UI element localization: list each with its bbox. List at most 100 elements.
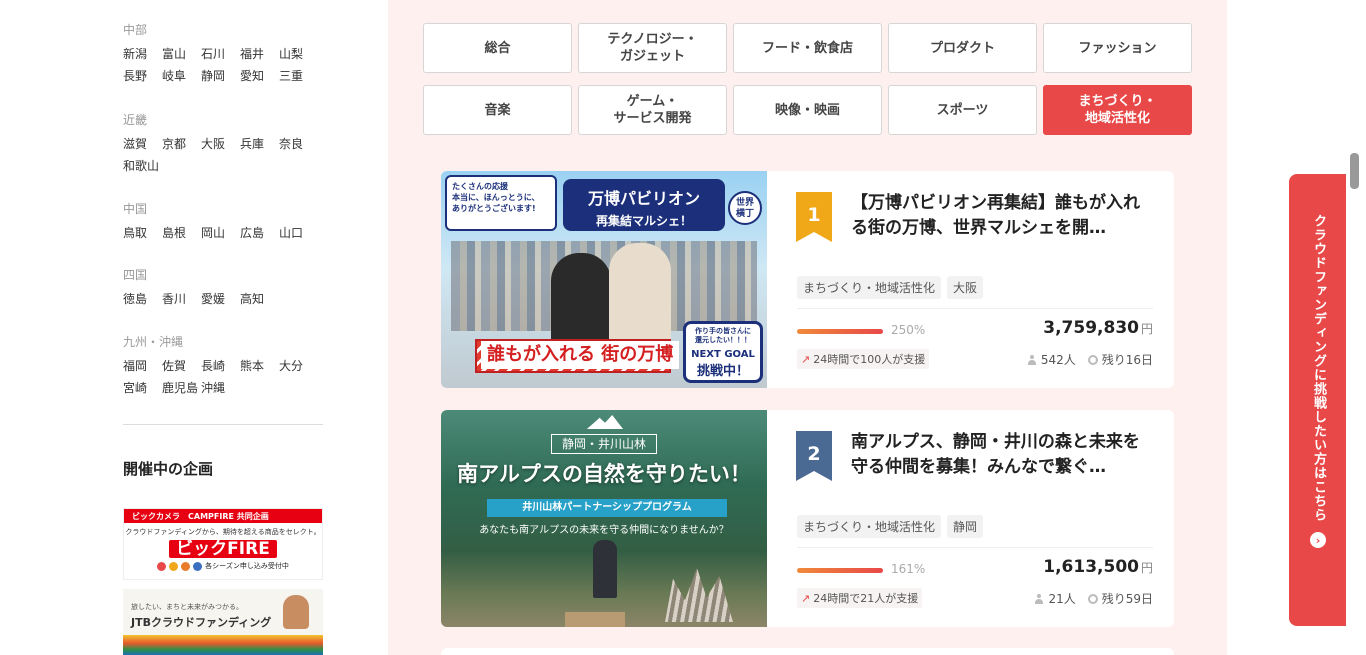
project-card[interactable]: 静岡・井川山林 南アルプスの自然を守りたい！ 井川山林パートナーシッププログラム… <box>441 410 1174 627</box>
project-title[interactable]: 【万博パビリオン再集結】誰もが入れる街の万博、世界マルシェを開… <box>851 191 1151 241</box>
category-button[interactable]: フード・飲食店 <box>733 23 882 73</box>
season-dot-icon <box>193 561 203 571</box>
person-icon <box>1027 354 1037 365</box>
prefecture-link[interactable]: 静岡 <box>201 68 240 85</box>
category-button[interactable]: 音楽 <box>423 85 572 135</box>
prefecture-link[interactable]: 滋賀 <box>123 136 162 153</box>
prefecture-link[interactable]: 香川 <box>162 291 201 308</box>
prefecture-link[interactable]: 福岡 <box>123 358 162 375</box>
region-group: 中部 新潟 富山 石川 福井 山梨 長野 岐阜 静岡 愛知 三重 <box>123 21 323 90</box>
prefecture-link[interactable]: 三重 <box>279 68 318 85</box>
jtb-banner[interactable]: 旅したい、まちと未来がみつかる。 JTBクラウドファンディング <box>123 589 323 655</box>
prefecture-link[interactable]: 長野 <box>123 68 162 85</box>
scrollbar-thumb[interactable] <box>1350 153 1359 189</box>
prefecture-link[interactable]: 山梨 <box>279 46 318 63</box>
category-button[interactable]: テクノロジー・ ガジェット <box>578 23 727 73</box>
prefecture-row: 鳥取 島根 岡山 広島 山口 <box>123 225 323 242</box>
prefecture-link[interactable]: 山口 <box>279 225 318 242</box>
tag-location[interactable]: 大阪 <box>947 276 984 299</box>
prefecture-row: 和歌山 <box>123 158 323 175</box>
prefecture-link[interactable]: 長崎 <box>201 358 240 375</box>
prefecture-link[interactable]: 佐賀 <box>162 358 201 375</box>
prefecture-row: 滋賀 京都 大阪 兵庫 奈良 <box>123 136 323 153</box>
tag-category[interactable]: まちづくり・地域活性化 <box>797 276 942 299</box>
project-title[interactable]: 南アルプス、静岡・井川の森と未来を守る仲間を募集！みんなで繋ぐ… <box>851 430 1151 480</box>
category-button[interactable]: まちづくり・ 地域活性化 <box>1043 85 1192 135</box>
clock-icon <box>1087 354 1098 365</box>
prefecture-link[interactable]: 兵庫 <box>240 136 279 153</box>
scrollbar-track[interactable] <box>1346 0 1366 655</box>
prefecture-link[interactable]: 富山 <box>162 46 201 63</box>
prefecture-link[interactable]: 福井 <box>240 46 279 63</box>
prefecture-link[interactable]: 愛媛 <box>201 291 240 308</box>
prefecture-link[interactable]: 沖縄 <box>201 380 240 397</box>
region-title: 中部 <box>123 23 148 37</box>
project-card-partial[interactable] <box>441 648 1174 655</box>
days-remaining: 残り16日 <box>1087 351 1153 368</box>
prefecture-link[interactable]: 岡山 <box>201 225 240 242</box>
category-button[interactable]: ゲーム・ サービス開発 <box>578 85 727 135</box>
thumbnail-title: 南アルプスの自然を守りたい！ <box>457 462 751 486</box>
cta-label: クラウドファンディングに挑戦したい方はこちら <box>1311 214 1326 522</box>
bicfire-banner-footer: 各シーズン申し込み受付中 <box>124 561 322 571</box>
prefecture-row: 宮崎 鹿児島 沖縄 <box>123 380 323 397</box>
prefecture-row: 長野 岐阜 静岡 愛知 三重 <box>123 68 323 85</box>
prefecture-link[interactable]: 石川 <box>201 46 240 63</box>
project-thumbnail[interactable]: 静岡・井川山林 南アルプスの自然を守りたい！ 井川山林パートナーシッププログラム… <box>441 410 767 627</box>
category-button[interactable]: スポーツ <box>888 85 1037 135</box>
thumbnail-title: 万博パビリオン 再集結マルシェ！ <box>563 179 725 231</box>
trend-up-icon: ↗ <box>801 352 811 366</box>
project-tags: まちづくり・地域活性化 大阪 <box>797 276 984 299</box>
prefecture-link[interactable]: 和歌山 <box>123 158 162 175</box>
prefecture-link[interactable]: 徳島 <box>123 291 162 308</box>
prefecture-link[interactable]: 大分 <box>279 358 318 375</box>
jtb-banner-title: JTBクラウドファンディング <box>131 616 272 629</box>
region-title: 中国 <box>123 202 148 216</box>
prefecture-link[interactable]: 大阪 <box>201 136 240 153</box>
boardwalk-photo <box>565 612 625 627</box>
tag-category[interactable]: まちづくり・地域活性化 <box>797 515 942 538</box>
card-divider <box>797 547 1153 548</box>
start-project-cta[interactable]: クラウドファンディングに挑戦したい方はこちら › <box>1289 174 1347 626</box>
prefecture-link[interactable]: 新潟 <box>123 46 162 63</box>
person-icon <box>1034 593 1044 604</box>
person-photo <box>593 540 617 598</box>
season-dot-icon <box>169 561 179 571</box>
region-title: 四国 <box>123 268 148 282</box>
category-button[interactable]: プロダクト <box>888 23 1037 73</box>
tag-location[interactable]: 静岡 <box>947 515 984 538</box>
prefecture-link[interactable]: 京都 <box>162 136 201 153</box>
prefecture-link[interactable]: 高知 <box>240 291 279 308</box>
clock-icon <box>1087 593 1098 604</box>
funded-amount: 1,613,500 円 <box>1043 557 1153 577</box>
prefecture-link[interactable]: 熊本 <box>240 358 279 375</box>
prefecture-link[interactable]: 広島 <box>240 225 279 242</box>
prefecture-link[interactable]: 島根 <box>162 225 201 242</box>
prefecture-link[interactable]: 宮崎 <box>123 380 162 397</box>
sidebar: 中部 新潟 富山 石川 福井 山梨 長野 岐阜 静岡 愛知 三重 近畿 滋賀 京都 大阪 兵庫 奈良 和歌山 中国鳥… <box>0 0 388 655</box>
category-button[interactable]: 総合 <box>423 23 572 73</box>
days-remaining: 残り59日 <box>1087 590 1153 607</box>
category-button[interactable]: ファッション <box>1043 23 1192 73</box>
region-title: 九州・沖縄 <box>123 335 184 349</box>
category-button[interactable]: 映像・映画 <box>733 85 882 135</box>
category-grid: 総合 テクノロジー・ ガジェット フード・飲食店 プロダクト ファッション音楽 ゲーム・ … <box>423 23 1192 135</box>
jtb-banner-caption: 旅したい、まちと未来がみつかる。 <box>131 603 243 611</box>
rank-badge: 1 <box>796 192 832 242</box>
prefecture-link[interactable]: 鹿児島 <box>162 380 201 397</box>
next-goal-badge: 作り手の皆さんに 還元したい！！！ NEXT GOAL 挑戦中！ <box>683 321 763 383</box>
prefecture-link[interactable]: 岐阜 <box>162 68 201 85</box>
sekai-yokocho-logo: 世界 横丁 <box>728 191 762 225</box>
bicfire-banner[interactable]: ビックカメラ CAMPFIRE 共同企画 クラウドファンディングから、期待を超え… <box>123 508 323 580</box>
prefecture-link[interactable]: 愛知 <box>240 68 279 85</box>
season-dot-icon <box>181 561 191 571</box>
funded-amount: 3,759,830 円 <box>1043 318 1153 338</box>
prefecture-row: 新潟 富山 石川 福井 山梨 <box>123 46 323 63</box>
prefecture-link[interactable]: 奈良 <box>279 136 318 153</box>
project-thumbnail[interactable]: たくさんの応援 本当に、ほんっとうに、 ありがとうございます! 万博パビリオン … <box>441 171 767 388</box>
prefecture-link[interactable]: 鳥取 <box>123 225 162 242</box>
trend-up-icon: ↗ <box>801 591 811 605</box>
project-card[interactable]: たくさんの応援 本当に、ほんっとうに、 ありがとうございます! 万博パビリオン … <box>441 171 1174 388</box>
region-group: 九州・沖縄福岡 佐賀 長崎 熊本 大分宮崎 鹿児島 沖縄 <box>123 333 323 402</box>
jtb-banner-photo <box>283 595 309 629</box>
